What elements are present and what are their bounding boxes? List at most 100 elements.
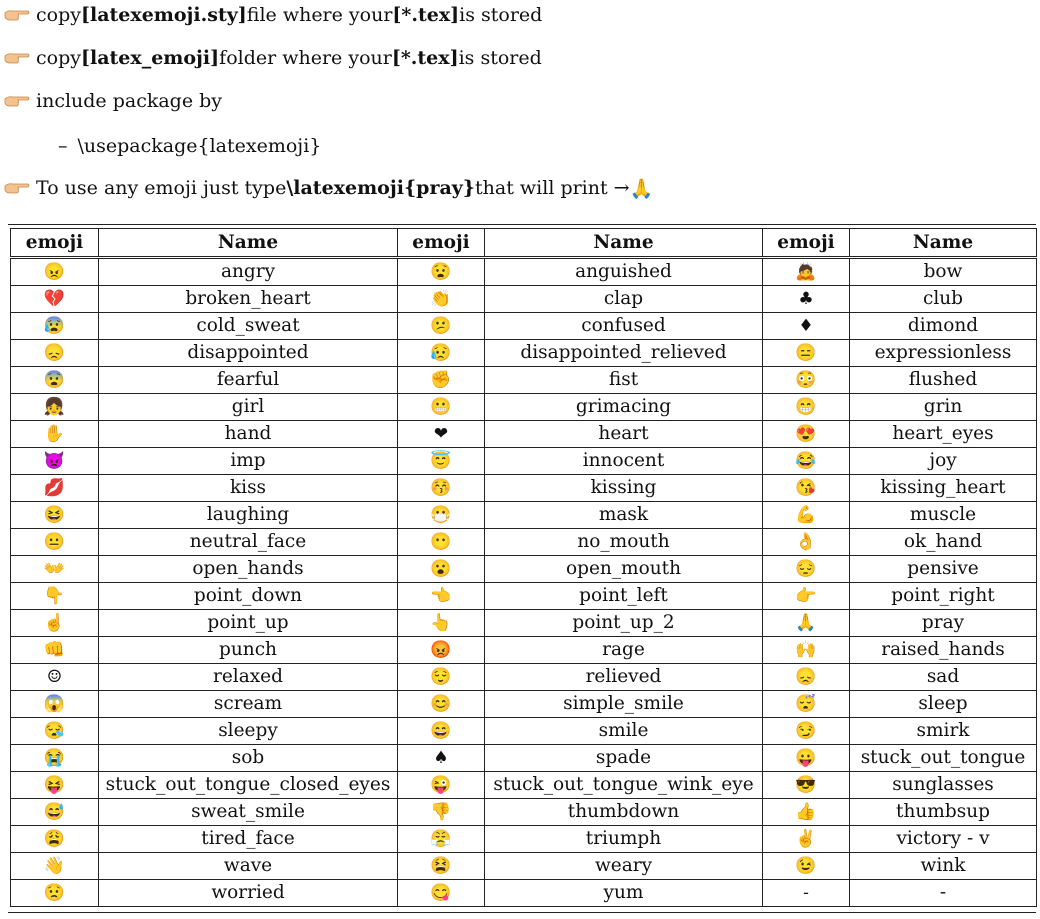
emoji-cell: 😮: [397, 555, 485, 583]
header-name: Name: [849, 228, 1037, 258]
emoji-name-cell: tired_face: [98, 825, 398, 853]
point-right-icon: [4, 183, 30, 194]
table-row: 😩 tired_face 😤 triumph ✌ victory - v: [10, 825, 1037, 853]
header-name: Name: [98, 228, 398, 258]
table-row: 😞 disappointed 😥 disappointed_relieved 😑 expr…: [10, 339, 1037, 367]
emoji-cell: 😡: [397, 636, 485, 664]
emoji-name-cell: -: [849, 879, 1037, 907]
emoji-cell: ✌: [762, 825, 850, 853]
emoji-cell: 💋: [10, 474, 99, 502]
table-body: 😠 angry 😧 anguished 🙇 bow 💔 broken_heart 👏 clap ♣ c…: [10, 256, 1037, 907]
table-row: 👿 imp 😇 innocent 😂 joy: [10, 447, 1037, 475]
emoji-cell: 😭: [10, 744, 99, 772]
header-emoji: emoji: [10, 228, 99, 258]
emoji-cell: 😅: [10, 798, 99, 826]
emoji-name-cell: point_down: [98, 582, 398, 610]
emoji-cell: 😱: [10, 690, 99, 718]
emoji-name-cell: sweat_smile: [98, 798, 398, 826]
emoji-name-cell: raised_hands: [849, 636, 1037, 664]
emoji-name-cell: ok_hand: [849, 528, 1037, 556]
emoji-cell: 😫: [397, 852, 485, 880]
emoji-cell: 😟: [10, 879, 99, 907]
emoji-cell: 👍: [762, 798, 850, 826]
emoji-name-cell: joy: [849, 447, 1037, 475]
table-row: 😱 scream 😊 simple_smile 😴 sleep: [10, 690, 1037, 718]
emoji-cell: 😳: [762, 366, 850, 394]
table-row: ☝ point_up 👆 point_up_2 🙏 pray: [10, 609, 1037, 637]
emoji-name-cell: disappointed_relieved: [484, 339, 763, 367]
table-row: 👇 point_down 👈 point_left 👉 point_right: [10, 582, 1037, 610]
emoji-cell: 🙏: [762, 609, 850, 637]
emoji-name-cell: sleepy: [98, 717, 398, 745]
emoji-name-cell: simple_smile: [484, 690, 763, 718]
emoji-cell: 😞: [10, 339, 99, 367]
emoji-cell: ❤: [397, 420, 485, 448]
filename-tex: [*.tex]: [391, 47, 459, 69]
emoji-name-cell: stuck_out_tongue_closed_eyes: [98, 771, 398, 799]
emoji-cell: 😜: [397, 771, 485, 799]
point-right-icon: [4, 96, 30, 107]
emoji-cell: 👧: [10, 393, 99, 421]
filename-sty: [latexemoji.sty]: [80, 4, 247, 26]
emoji-cell: ♦: [762, 312, 850, 340]
table-row: 😅 sweat_smile 👎 thumbdown 👍 thumbsup: [10, 798, 1037, 826]
emoji-cell: 👐: [10, 555, 99, 583]
emoji-name-cell: sleep: [849, 690, 1037, 718]
table-row: 😟 worried 😋 yum - -: [10, 879, 1037, 907]
emoji-name-cell: relieved: [484, 663, 763, 691]
emoji-cell: 😶: [397, 528, 485, 556]
table-row: 👧 girl 😬 grimacing 😁 grin: [10, 393, 1037, 421]
emoji-cell: 😨: [10, 366, 99, 394]
emoji-cell: 😚: [397, 474, 485, 502]
emoji-cell: 😠: [10, 256, 99, 286]
emoji-cell: 👆: [397, 609, 485, 637]
emoji-cell: 😧: [397, 256, 485, 286]
emoji-name-cell: rage: [484, 636, 763, 664]
emoji-cell: 😌: [397, 663, 485, 691]
header-emoji: emoji: [397, 228, 485, 258]
emoji-cell: 😔: [762, 555, 850, 583]
emoji-name-cell: triumph: [484, 825, 763, 853]
dash: –: [58, 135, 68, 157]
emoji-cell: 💔: [10, 285, 99, 313]
emoji-cell: 😩: [10, 825, 99, 853]
emoji-name-cell: pensive: [849, 555, 1037, 583]
bullet-text: copy: [36, 47, 81, 69]
bullet-text: is stored: [459, 4, 543, 26]
emoji-cell: 😤: [397, 825, 485, 853]
table-row: 😰 cold_sweat 😕 confused ♦ dimond: [10, 312, 1037, 340]
emoji-cell: 😁: [762, 393, 850, 421]
emoji-name-cell: mask: [484, 501, 763, 529]
emoji-name-cell: imp: [98, 447, 398, 475]
emoji-cell: 😆: [10, 501, 99, 529]
emoji-name-cell: point_up_2: [484, 609, 763, 637]
emoji-cell: 👋: [10, 852, 99, 880]
emoji-cell: 😕: [397, 312, 485, 340]
emoji-cell: 👊: [10, 636, 99, 664]
table-header-row: emoji Name emoji Name emoji Name: [10, 228, 1037, 258]
emoji-name-cell: thumbdown: [484, 798, 763, 826]
emoji-cell: 😷: [397, 501, 485, 529]
emoji-name-cell: heart: [484, 420, 763, 448]
emoji-name-cell: open_mouth: [484, 555, 763, 583]
emoji-cell: 😍: [762, 420, 850, 448]
emoji-name-cell: hand: [98, 420, 398, 448]
emoji-name-cell: no_mouth: [484, 528, 763, 556]
emoji-cell: 👇: [10, 582, 99, 610]
emoji-name-cell: disappointed: [98, 339, 398, 367]
emoji-name-cell: heart_eyes: [849, 420, 1037, 448]
emoji-name-cell: club: [849, 285, 1037, 313]
table-row: 😝 stuck_out_tongue_closed_eyes 😜 stuck_out_…: [10, 771, 1037, 799]
emoji-cell: 🙇: [762, 256, 850, 286]
emoji-name-cell: scream: [98, 690, 398, 718]
emoji-cell: 😥: [397, 339, 485, 367]
emoji-name-cell: point_up: [98, 609, 398, 637]
emoji-name-cell: muscle: [849, 501, 1037, 529]
emoji-cell: 😪: [10, 717, 99, 745]
usage-command: \latexemoji{pray}: [286, 177, 476, 199]
table-row: ☺ relaxed 😌 relieved 😞 sad: [10, 663, 1037, 691]
emoji-cell: 😊: [397, 690, 485, 718]
emoji-name-cell: sunglasses: [849, 771, 1037, 799]
point-right-icon: [4, 10, 30, 21]
emoji-name-cell: smirk: [849, 717, 1037, 745]
